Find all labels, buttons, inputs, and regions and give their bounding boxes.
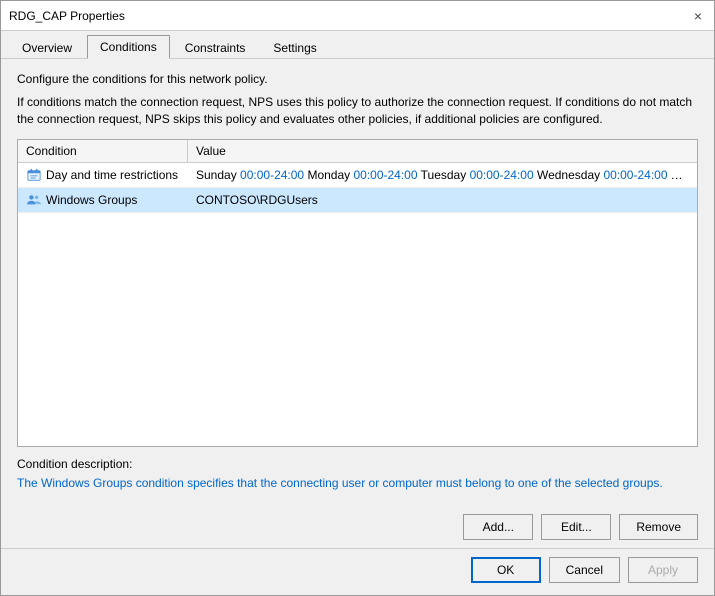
action-button-bar: Add... Edit... Remove xyxy=(1,504,714,548)
edit-button[interactable]: Edit... xyxy=(541,514,611,540)
table-header: Condition Value xyxy=(18,140,697,163)
day-time-value: Sunday 00:00-24:00 Monday 00:00-24:00 Tu… xyxy=(196,168,697,182)
title-bar: RDG_CAP Properties × xyxy=(1,1,714,31)
tab-settings[interactable]: Settings xyxy=(260,36,329,59)
main-content: Configure the conditions for this networ… xyxy=(1,59,714,504)
close-button[interactable]: × xyxy=(690,8,706,24)
condition-description-section: Condition description: The Windows Group… xyxy=(17,457,698,492)
tab-overview[interactable]: Overview xyxy=(9,36,85,59)
column-condition: Condition xyxy=(18,140,188,162)
bottom-button-bar: OK Cancel Apply xyxy=(1,548,714,595)
cancel-button[interactable]: Cancel xyxy=(549,557,620,583)
remove-button[interactable]: Remove xyxy=(619,514,698,540)
clock-icon xyxy=(26,167,42,183)
description1: Configure the conditions for this networ… xyxy=(17,71,698,88)
conditions-table: Condition Value xyxy=(17,139,698,447)
column-value: Value xyxy=(188,140,697,162)
value-cell-2: CONTOSO\RDGUsers xyxy=(188,189,697,211)
properties-window: RDG_CAP Properties × Overview Conditions… xyxy=(0,0,715,596)
tabs-bar: Overview Conditions Constraints Settings xyxy=(1,31,714,59)
condition-name-1: Day and time restrictions xyxy=(46,168,178,182)
table-body: Day and time restrictions Sunday 00:00-2… xyxy=(18,163,697,446)
condition-cell-1: Day and time restrictions xyxy=(18,163,188,187)
apply-button[interactable]: Apply xyxy=(628,557,698,583)
ok-button[interactable]: OK xyxy=(471,557,541,583)
tab-constraints[interactable]: Constraints xyxy=(172,36,259,59)
table-row[interactable]: Day and time restrictions Sunday 00:00-2… xyxy=(18,163,697,188)
value-cell-1: Sunday 00:00-24:00 Monday 00:00-24:00 Tu… xyxy=(188,164,697,186)
condition-description-label: Condition description: xyxy=(17,457,698,471)
condition-description-text: The Windows Groups condition specifies t… xyxy=(17,475,698,492)
window-title: RDG_CAP Properties xyxy=(9,9,125,23)
description2: If conditions match the connection reque… xyxy=(17,94,698,128)
tab-conditions[interactable]: Conditions xyxy=(87,35,170,59)
group-icon xyxy=(26,192,42,208)
condition-name-2: Windows Groups xyxy=(46,193,137,207)
condition-cell-2: Windows Groups xyxy=(18,188,188,212)
table-row[interactable]: Windows Groups CONTOSO\RDGUsers xyxy=(18,188,697,213)
add-button[interactable]: Add... xyxy=(463,514,533,540)
